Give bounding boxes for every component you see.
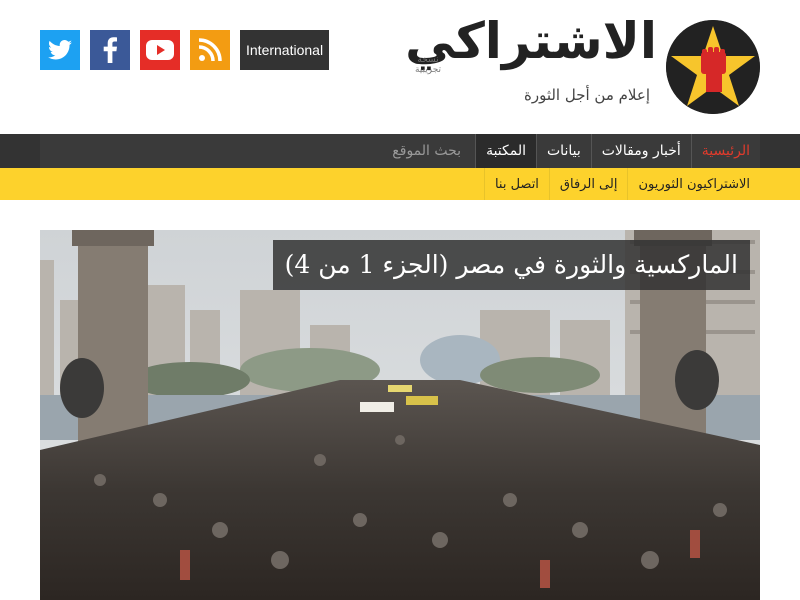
search-input[interactable] — [40, 143, 462, 159]
site-title[interactable]: الاشتراكي — [405, 14, 658, 69]
nav-item-library[interactable]: المكتبة — [475, 134, 536, 168]
nav-item-news-articles[interactable]: أخبار ومقالات — [590, 134, 691, 168]
rss-icon — [198, 38, 222, 62]
secondary-nav-bar: الاشتراكيون الثوريون إلى الرفاق اتصل بنا — [483, 168, 760, 200]
trial-version-note: نسخة تجريبية — [414, 55, 442, 75]
twitter-icon — [48, 40, 72, 60]
primary-nav: الرئيسية أخبار ومقالات بيانات المكتبة — [0, 134, 800, 168]
nav-item-home[interactable]: الرئيسية — [690, 134, 760, 168]
youtube-link[interactable] — [140, 30, 180, 70]
secondary-nav: الاشتراكيون الثوريون إلى الرفاق اتصل بنا — [0, 168, 800, 200]
logo-emblem[interactable] — [666, 20, 760, 114]
nav-item-contact-us[interactable]: اتصل بنا — [483, 168, 549, 200]
site-tagline: إعلام من أجل الثورة — [523, 86, 650, 104]
nav-item-revolutionary-socialists[interactable]: الاشتراكيون الثوريون — [627, 168, 760, 200]
international-link[interactable]: International — [240, 30, 330, 70]
featured-article[interactable]: الماركسية والثورة في مصر (الجزء 1 من 4) — [40, 230, 760, 600]
site-search — [40, 134, 475, 168]
star-fist-icon — [666, 20, 760, 114]
featured-article-title[interactable]: الماركسية والثورة في مصر (الجزء 1 من 4) — [272, 240, 750, 290]
facebook-link[interactable] — [90, 30, 130, 70]
youtube-icon — [146, 40, 174, 60]
nav-item-to-comrades[interactable]: إلى الرفاق — [548, 168, 628, 200]
site-header: International الاشتراكي نسخة تجريبية إعل… — [0, 0, 800, 134]
facebook-icon — [103, 37, 117, 63]
twitter-link[interactable] — [40, 30, 80, 70]
primary-nav-bar: الرئيسية أخبار ومقالات بيانات المكتبة — [40, 134, 760, 168]
nav-item-statements[interactable]: بيانات — [536, 134, 591, 168]
rss-link[interactable] — [190, 30, 230, 70]
